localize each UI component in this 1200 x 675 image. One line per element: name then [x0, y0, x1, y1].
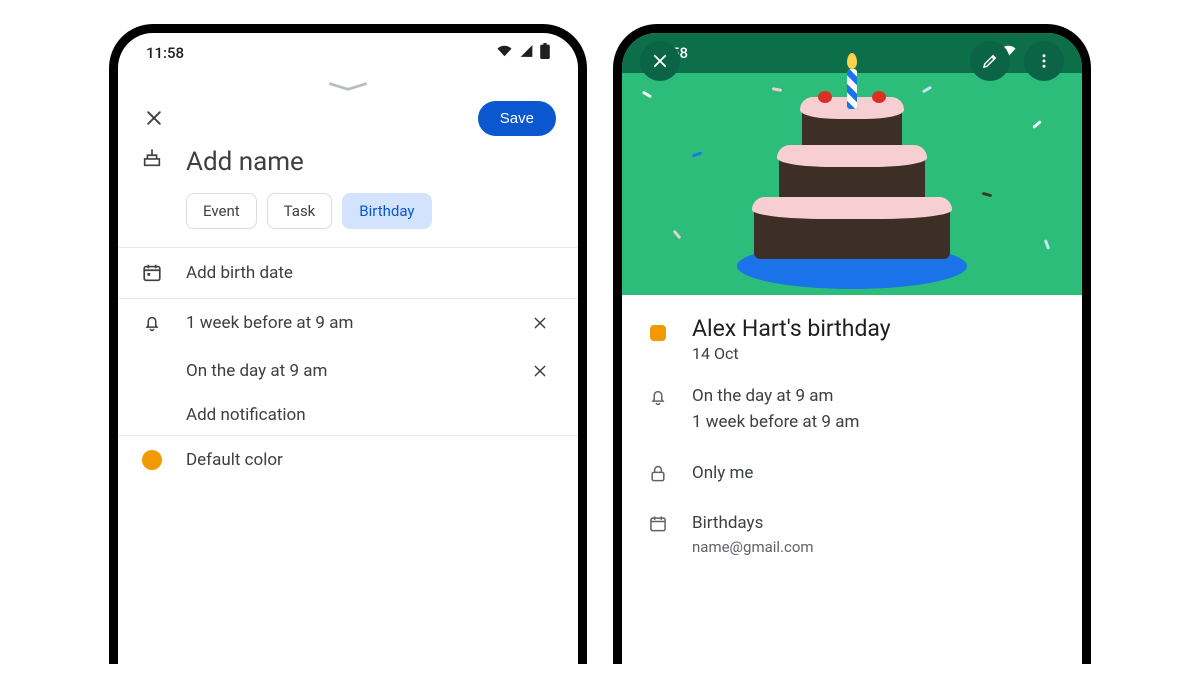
event-date: 14 Oct — [692, 344, 891, 363]
birth-date-row[interactable]: Add birth date — [118, 248, 578, 298]
remove-notification-button[interactable] — [526, 357, 554, 385]
chip-birthday[interactable]: Birthday — [342, 193, 431, 229]
remove-notification-button[interactable] — [526, 309, 554, 337]
name-row[interactable]: Add name — [118, 141, 578, 181]
color-label: Default color — [186, 450, 560, 470]
wifi-icon — [496, 44, 513, 62]
type-chips: Event Task Birthday — [118, 181, 578, 247]
bell-icon — [646, 383, 670, 436]
battery-icon — [540, 43, 550, 63]
calendar-account: name@gmail.com — [692, 536, 814, 559]
cake-icon — [140, 147, 164, 169]
close-button[interactable] — [640, 41, 680, 81]
add-notification-label: Add notification — [186, 405, 554, 425]
phone-create-birthday: 11:58 Save Add name Event Task Birthday — [109, 24, 587, 664]
event-detail: Alex Hart's birthday 14 Oct On the day a… — [622, 295, 1082, 572]
notification-row-2[interactable]: On the day at 9 am — [118, 347, 578, 395]
bell-icon — [140, 312, 164, 334]
birth-date-label: Add birth date — [186, 263, 560, 283]
reminder-line: 1 week before at 9 am — [692, 409, 859, 435]
chip-task[interactable]: Task — [267, 193, 333, 229]
save-button[interactable]: Save — [478, 101, 556, 136]
add-notification-row[interactable]: Add notification — [118, 395, 578, 435]
status-icons — [496, 43, 550, 63]
event-hero: 11:58 — [622, 33, 1082, 295]
status-bar: 11:58 — [118, 33, 578, 73]
visibility-label: Only me — [692, 460, 753, 486]
close-button[interactable] — [140, 104, 168, 132]
event-color-icon — [646, 315, 670, 363]
name-input[interactable]: Add name — [186, 147, 560, 177]
calendar-icon — [646, 510, 670, 560]
visibility-row: Only me — [622, 448, 1082, 498]
calendar-icon — [140, 262, 164, 284]
signal-icon — [519, 44, 534, 62]
notification-row-1[interactable]: 1 week before at 9 am — [118, 299, 578, 347]
more-button[interactable] — [1024, 41, 1064, 81]
event-title-row: Alex Hart's birthday 14 Oct — [622, 295, 1082, 371]
color-row[interactable]: Default color — [118, 436, 578, 484]
drag-handle-icon[interactable] — [118, 73, 578, 95]
notification-label: On the day at 9 am — [186, 361, 504, 381]
chip-event[interactable]: Event — [186, 193, 257, 229]
status-time: 11:58 — [146, 44, 184, 62]
color-swatch-icon — [140, 450, 164, 470]
calendar-row: Birthdays name@gmail.com — [622, 498, 1082, 572]
edit-button[interactable] — [970, 41, 1010, 81]
reminders-row: On the day at 9 am 1 week before at 9 am — [622, 371, 1082, 448]
reminder-line: On the day at 9 am — [692, 383, 859, 409]
calendar-name: Birthdays — [692, 510, 814, 536]
event-title: Alex Hart's birthday — [692, 315, 891, 342]
lock-icon — [646, 460, 670, 486]
editor-toolbar: Save — [118, 95, 578, 141]
notification-label: 1 week before at 9 am — [186, 313, 504, 333]
phone-view-birthday: 11:58 — [613, 24, 1091, 664]
